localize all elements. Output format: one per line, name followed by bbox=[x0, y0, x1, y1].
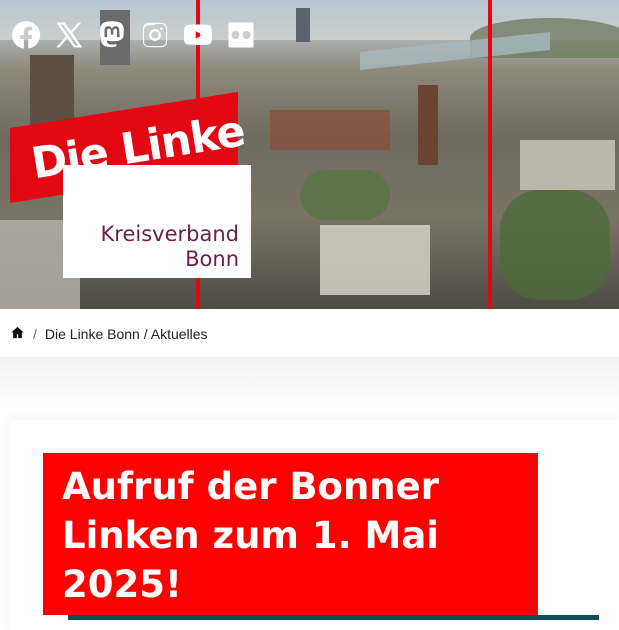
article-title[interactable]: Aufruf der Bonner Linken zum 1. Mai 2025… bbox=[62, 462, 512, 609]
hero-buildings bbox=[320, 225, 430, 295]
hero-trees bbox=[300, 170, 390, 220]
breadcrumb-path[interactable]: Die Linke Bonn / Aktuelles bbox=[45, 326, 208, 342]
home-icon[interactable] bbox=[10, 325, 25, 343]
instagram-icon[interactable] bbox=[139, 18, 170, 52]
hero-image: Die Linke Kreisverband Bonn bbox=[0, 0, 619, 309]
x-icon[interactable] bbox=[53, 18, 84, 52]
social-links bbox=[10, 18, 256, 52]
breadcrumb-separator: / bbox=[33, 326, 37, 342]
hero-tower bbox=[296, 8, 310, 42]
hero-red-line bbox=[488, 0, 492, 309]
breadcrumb: / Die Linke Bonn / Aktuelles bbox=[10, 323, 208, 345]
hero-church-spire bbox=[418, 85, 438, 165]
youtube-icon[interactable] bbox=[182, 18, 213, 52]
flickr-icon[interactable] bbox=[225, 18, 256, 52]
hero-roofs bbox=[270, 110, 390, 150]
hero-church bbox=[30, 55, 74, 125]
logo-subtitle-line1: Kreisverband bbox=[100, 222, 239, 246]
article-teal-bar bbox=[68, 615, 599, 620]
logo-subtitle-box: Kreisverband Bonn bbox=[63, 165, 251, 278]
logo-subtitle: Kreisverband Bonn bbox=[101, 222, 239, 272]
facebook-icon[interactable] bbox=[10, 18, 41, 52]
hero-trees bbox=[500, 190, 610, 300]
hero-buildings bbox=[520, 140, 615, 190]
logo-subtitle-line2: Bonn bbox=[185, 247, 239, 271]
mastodon-icon[interactable] bbox=[96, 18, 127, 52]
header-shadow bbox=[0, 357, 619, 407]
